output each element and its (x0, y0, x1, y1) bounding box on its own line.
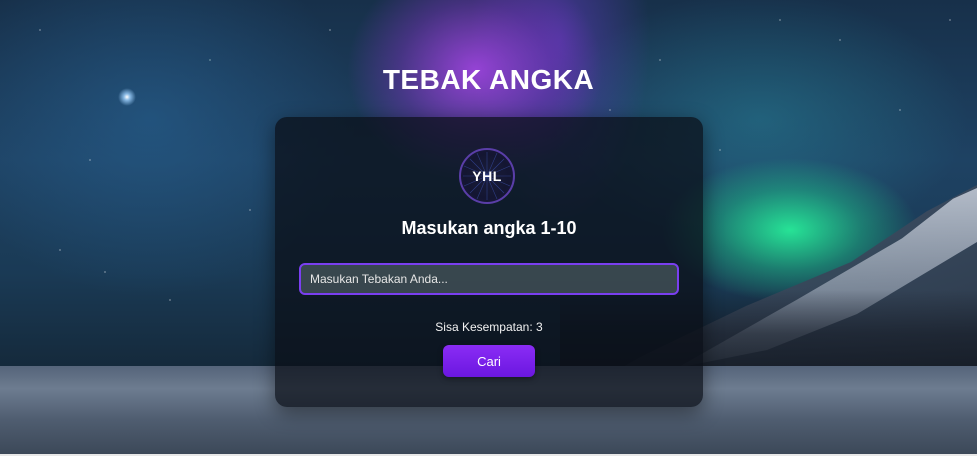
background-scene: TEBAK ANGKA YHL Masukan angka 1-10 Si (0, 0, 977, 456)
remaining-attempts: Sisa Kesempatan: 3 (275, 320, 703, 334)
remaining-count: 3 (536, 320, 543, 334)
logo-text: YHL (472, 168, 502, 184)
search-button[interactable]: Cari (443, 345, 535, 377)
logo-badge: YHL (459, 148, 515, 204)
instruction-heading: Masukan angka 1-10 (401, 218, 577, 238)
remaining-label: Sisa Kesempatan: (435, 320, 533, 334)
guess-input[interactable] (299, 263, 679, 295)
page-title: TEBAK ANGKA (382, 64, 595, 95)
game-card: YHL Masukan angka 1-10 Sisa Kesempatan: … (275, 117, 703, 407)
